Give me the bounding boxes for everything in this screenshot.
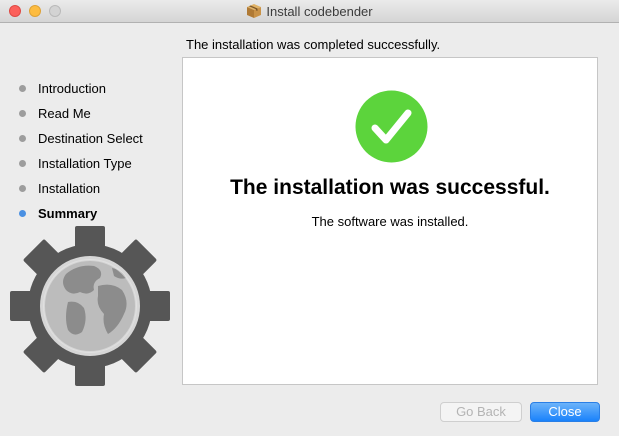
- step-dot-icon: [19, 135, 26, 142]
- step-label: Read Me: [38, 106, 91, 121]
- step-label: Destination Select: [38, 131, 143, 146]
- go-back-button[interactable]: Go Back: [440, 402, 522, 422]
- step-label: Summary: [38, 206, 98, 221]
- step-label: Installation Type: [38, 156, 132, 171]
- installer-steps: Introduction Read Me Destination Select …: [0, 76, 180, 226]
- success-subtitle: The software was installed.: [311, 214, 469, 229]
- window-title-group: Install codebender: [0, 0, 619, 22]
- step-label: Introduction: [38, 81, 106, 96]
- step-dot-icon: [19, 85, 26, 92]
- step-installation: Installation: [0, 176, 180, 201]
- step-installation-type: Installation Type: [0, 151, 180, 176]
- summary-panel: The installation was successful. The sof…: [182, 57, 598, 385]
- step-label: Installation: [38, 181, 101, 196]
- header-message: The installation was completed successfu…: [186, 37, 441, 52]
- step-summary: Summary: [0, 201, 180, 226]
- window-title: Install codebender: [266, 3, 373, 19]
- step-read-me: Read Me: [0, 101, 180, 126]
- installer-window: Install codebender The installation was …: [0, 0, 619, 436]
- step-dot-icon: [19, 110, 26, 117]
- step-destination-select: Destination Select: [0, 126, 180, 151]
- success-check-icon: [355, 90, 428, 163]
- step-dot-icon: [19, 160, 26, 167]
- package-icon: [246, 3, 262, 19]
- current-step-dot-icon: [19, 210, 26, 217]
- close-button[interactable]: Close: [530, 402, 600, 422]
- installer-gear-globe-icon: [8, 224, 173, 389]
- success-title: The installation was successful.: [230, 176, 550, 199]
- step-dot-icon: [19, 185, 26, 192]
- step-introduction: Introduction: [0, 76, 180, 101]
- title-bar[interactable]: Install codebender: [0, 0, 619, 23]
